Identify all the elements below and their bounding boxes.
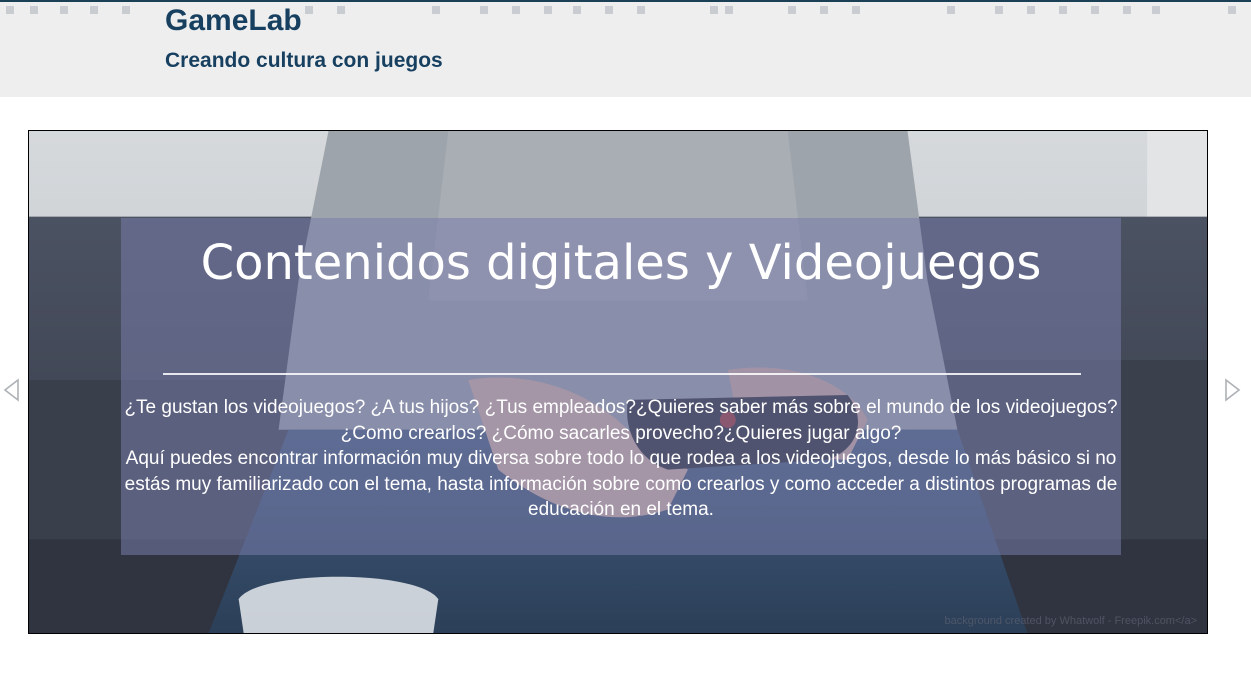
slider-prev-button[interactable] bbox=[2, 376, 22, 404]
slider-next-button[interactable] bbox=[1222, 376, 1242, 404]
site-title[interactable]: GameLab bbox=[165, 4, 302, 38]
site-subtitle: Creando cultura con juegos bbox=[165, 49, 443, 72]
hero-slider: Contenidos digitales y Videojuegos ¿Te g… bbox=[28, 130, 1208, 634]
slide-paragraph: ¿Te gustan los videojuegos? ¿A tus hijos… bbox=[124, 397, 1118, 444]
image-credit: background created by Whatwolf - Freepik… bbox=[944, 615, 1197, 627]
triangle-left-icon bbox=[3, 378, 19, 402]
slide-caption-panel: Contenidos digitales y Videojuegos ¿Te g… bbox=[121, 218, 1121, 555]
slide-paragraph: Aquí puedes encontrar información muy di… bbox=[124, 448, 1118, 520]
site-header: GameLab Creando cultura con juegos bbox=[0, 0, 1251, 97]
slide-description: ¿Te gustan los videojuegos? ¿A tus hijos… bbox=[121, 395, 1121, 523]
triangle-right-icon bbox=[1225, 378, 1241, 402]
slide-title: Contenidos digitales y Videojuegos bbox=[200, 235, 1042, 291]
slide-divider bbox=[163, 373, 1081, 375]
